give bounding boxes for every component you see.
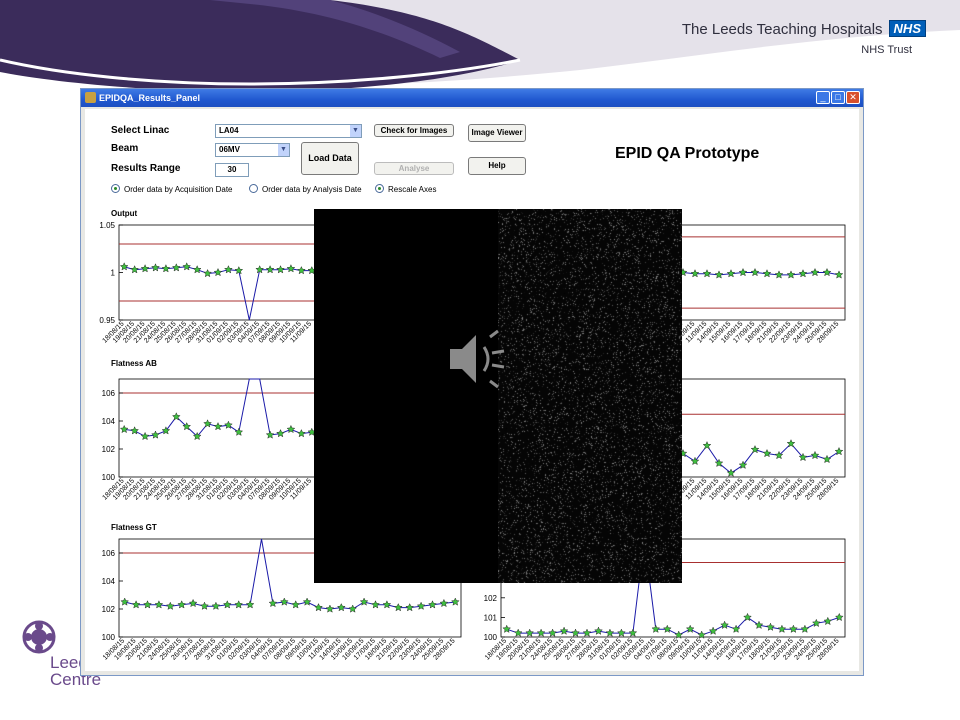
video-noise-area <box>498 209 682 583</box>
radio-unselected-icon <box>249 184 258 193</box>
brand-block: The Leeds Teaching Hospitals NHS <box>682 20 926 39</box>
order-acquisition-radio[interactable]: Order data by Acquisition Date <box>111 184 233 194</box>
rescale-axes-label: Rescale Axes <box>388 185 437 194</box>
header-banner <box>0 0 960 92</box>
order-analysis-radio[interactable]: Order data by Analysis Date <box>249 184 362 194</box>
organization-subtitle: NHS Trust <box>861 44 912 56</box>
order-acquisition-label: Order data by Acquisition Date <box>124 185 233 194</box>
flatness-ab-chart: 10010210410618/08/1519/08/1520/08/1521/0… <box>101 378 318 502</box>
radio-selected-icon <box>375 184 384 193</box>
y-tick-label: 104 <box>102 577 116 586</box>
matlab-app-icon <box>85 92 96 103</box>
y-tick-label: 102 <box>102 605 116 614</box>
organization-name: The Leeds Teaching Hospitals <box>681 21 883 38</box>
window-titlebar[interactable]: EPIDQA_Results_Panel <box>81 89 863 107</box>
y-tick-label: 102 <box>484 594 498 603</box>
y-tick-label: 1.05 <box>99 221 115 230</box>
y-tick-label: 104 <box>102 417 116 426</box>
linac-select-value: LA04 <box>219 126 239 135</box>
y-tick-label: 0.95 <box>99 316 115 325</box>
plot-frame <box>676 378 846 478</box>
beam-select[interactable]: 06MV ▼ <box>215 143 290 157</box>
app-title: EPID QA Prototype <box>615 145 760 162</box>
y-tick-label: 101 <box>484 613 498 622</box>
y-tick-label: 100 <box>484 633 498 642</box>
y-tick-label: 102 <box>102 445 116 454</box>
radio-selected-icon <box>111 184 120 193</box>
help-button[interactable]: Help <box>468 157 526 175</box>
beam-label: Beam <box>111 143 139 154</box>
close-button[interactable]: ✕ <box>846 91 860 104</box>
linac-select[interactable]: LA04 ▼ <box>215 124 362 138</box>
output-chart: 0.9511.0518/08/1519/08/1520/08/1521/08/1… <box>99 221 318 345</box>
check-for-images-button[interactable]: Check for Images <box>374 124 454 137</box>
order-analysis-label: Order data by Analysis Date <box>262 185 362 194</box>
y-tick-label: 106 <box>102 389 116 398</box>
select-linac-label: Select Linac <box>111 125 170 136</box>
y-tick-label: 106 <box>102 549 116 558</box>
chevron-down-icon: ▼ <box>350 125 361 137</box>
y-tick-label: 1 <box>111 269 116 278</box>
maximize-button[interactable]: □ <box>831 91 845 104</box>
minimize-button[interactable]: _ <box>816 91 830 104</box>
plot-title-output: Output <box>111 209 138 218</box>
rescale-axes-radio[interactable]: Rescale Axes <box>375 184 436 194</box>
image-viewer-button[interactable]: Image Viewer <box>468 124 526 142</box>
results-range-label: Results Range <box>111 163 181 174</box>
y-tick-label: 100 <box>102 633 116 642</box>
beam-select-value: 06MV <box>219 145 240 154</box>
flatness-ab-chart-right: 09/09/1510/09/1511/09/1514/09/1515/09/15… <box>660 378 846 502</box>
chevron-down-icon: ▼ <box>278 144 289 156</box>
nhs-logo: NHS <box>888 20 926 37</box>
output-chart-right: 09/09/1510/09/1511/09/1514/09/1515/09/15… <box>660 224 846 345</box>
plot-title-flatness-gt: Flatness GT <box>111 523 157 532</box>
speaker-icon[interactable] <box>446 329 512 389</box>
leeds-centre-logo-icon <box>22 620 56 654</box>
analyse-button[interactable]: Analyse <box>374 162 454 175</box>
results-range-input[interactable]: 30 <box>215 163 249 177</box>
window-title: EPIDQA_Results_Panel <box>99 93 201 103</box>
plot-title-flatness-ab: Flatness AB <box>111 359 157 368</box>
load-data-button[interactable]: Load Data <box>301 142 359 175</box>
y-tick-label: 100 <box>102 473 116 482</box>
